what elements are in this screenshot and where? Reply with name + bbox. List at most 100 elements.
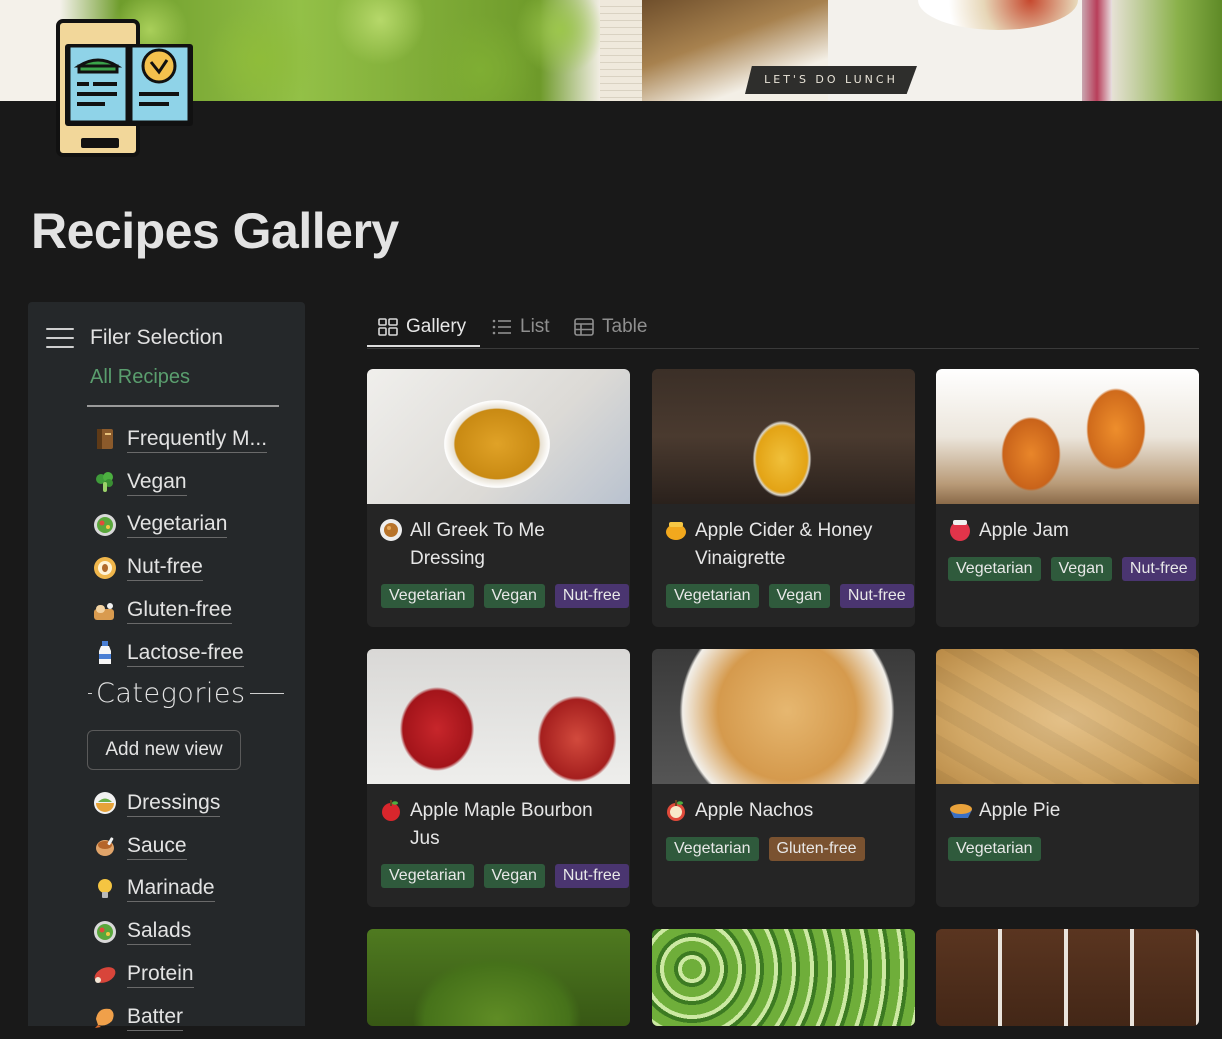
tab-label: List bbox=[520, 316, 550, 337]
recipe-card-apple-nachos[interactable]: Apple Nachos Vegetarian Gluten-free bbox=[652, 649, 915, 907]
recipe-card-apple-pie[interactable]: Apple Pie Vegetarian bbox=[936, 649, 1199, 907]
recipe-image bbox=[652, 929, 915, 1026]
tab-label: Table bbox=[602, 316, 648, 337]
bread-icon bbox=[90, 596, 120, 626]
tag-nut-free: Nut-free bbox=[554, 864, 629, 888]
filter-item-vegetarian[interactable]: Vegetarian bbox=[90, 504, 267, 547]
filter-label: Frequently M... bbox=[127, 426, 268, 453]
tag-gluten-free: Gluten-free bbox=[768, 837, 865, 861]
recipe-card-row3-3[interactable] bbox=[936, 929, 1199, 1026]
recipe-card-apple-cider-honey[interactable]: Apple Cider & Honey Vinaigrette Vegetaria… bbox=[652, 369, 915, 627]
tag-vegetarian: Vegetarian bbox=[666, 837, 759, 861]
recipe-image bbox=[367, 649, 630, 784]
recipe-image bbox=[652, 369, 915, 504]
recipe-card-apple-maple-bourbon-jus[interactable]: Apple Maple Bourbon Jus Vegetarian Vegan … bbox=[367, 649, 630, 907]
category-label: Salads bbox=[127, 918, 192, 946]
milk-bottle-icon bbox=[90, 638, 120, 668]
filter-label: Gluten-free bbox=[127, 597, 233, 625]
category-label: Marinade bbox=[127, 875, 215, 903]
tab-list[interactable]: List bbox=[492, 306, 550, 348]
tag-list: Vegetarian Vegan Nut-free bbox=[381, 864, 630, 888]
category-item-batter[interactable]: Batter bbox=[90, 996, 220, 1039]
categories-heading: Categories bbox=[88, 678, 284, 709]
filter-label: Vegetarian bbox=[127, 511, 228, 539]
filter-label: Nut-free bbox=[127, 554, 203, 582]
recipe-card-apple-jam[interactable]: Apple Jam Vegetarian Vegan Nut-free bbox=[936, 369, 1199, 627]
add-new-view-button[interactable]: Add new view bbox=[87, 730, 241, 770]
tag-vegan: Vegan bbox=[483, 864, 545, 888]
hamburger-icon[interactable] bbox=[46, 328, 74, 348]
tab-table[interactable]: Table bbox=[574, 306, 647, 348]
tag-vegetarian: Vegetarian bbox=[381, 864, 474, 888]
filter-header: Filer Selection bbox=[46, 326, 223, 350]
filter-item-nut-free[interactable]: Nut-free bbox=[90, 546, 267, 589]
filter-title: Filer Selection bbox=[90, 326, 224, 349]
filter-item-frequently-made[interactable]: Frequently M... bbox=[90, 418, 268, 461]
tag-vegetarian: Vegetarian bbox=[381, 584, 474, 608]
tag-nut-free: Nut-free bbox=[839, 584, 914, 608]
category-item-sauce[interactable]: Sauce bbox=[90, 825, 220, 868]
active-tab-indicator bbox=[367, 345, 480, 347]
category-label: Protein bbox=[127, 961, 194, 989]
tab-gallery[interactable]: Gallery bbox=[378, 306, 466, 348]
shrimp-icon bbox=[90, 1002, 120, 1032]
broccoli-icon bbox=[90, 467, 120, 497]
tag-nut-free: Nut-free bbox=[554, 584, 629, 608]
recipe-title: Apple Pie bbox=[948, 797, 1189, 825]
category-label: Dressings bbox=[127, 790, 221, 817]
category-list: Dressings Sauce Marinade Salads Protein bbox=[90, 782, 221, 1039]
pie-icon bbox=[948, 798, 972, 822]
table-icon bbox=[574, 318, 594, 336]
salad-icon bbox=[90, 510, 120, 540]
category-label: Sauce bbox=[127, 833, 187, 860]
recipe-image bbox=[936, 369, 1199, 504]
list-icon bbox=[492, 319, 512, 335]
gallery-icon bbox=[378, 318, 398, 336]
category-item-dressings[interactable]: Dressings bbox=[90, 782, 221, 825]
meat-icon bbox=[90, 960, 120, 990]
light-bulb-icon bbox=[90, 874, 120, 904]
recipe-card-all-greek-to-me[interactable]: All Greek To Me Dressing Vegetarian Vegan… bbox=[367, 369, 630, 627]
recipe-card-row3-2[interactable] bbox=[652, 929, 915, 1026]
recipe-title: Apple Maple Bourbon Jus bbox=[379, 797, 620, 853]
tag-vegetarian: Vegetarian bbox=[948, 837, 1041, 861]
tag-vegan: Vegan bbox=[768, 584, 830, 608]
filter-item-gluten-free[interactable]: Gluten-free bbox=[90, 589, 267, 632]
filter-list: Frequently M... Vegan Vegetarian Nut-fre… bbox=[90, 418, 268, 675]
category-item-salads[interactable]: Salads bbox=[90, 910, 220, 953]
recipe-image bbox=[936, 929, 1199, 1026]
cover-banner: LET'S DO LUNCH bbox=[745, 66, 917, 94]
categories-title: Categories bbox=[96, 678, 246, 709]
category-item-marinade[interactable]: Marinade bbox=[90, 868, 220, 911]
jam-jar-icon bbox=[948, 518, 972, 542]
filter-item-lactose-free[interactable]: Lactose-free bbox=[90, 632, 267, 675]
tab-label: Gallery bbox=[406, 316, 467, 337]
recipe-card-row3-1[interactable] bbox=[367, 929, 630, 1026]
tag-vegetarian: Vegetarian bbox=[948, 557, 1041, 581]
view-tabs: Gallery List Table bbox=[367, 306, 1199, 349]
recipe-title: All Greek To Me Dressing bbox=[379, 517, 620, 573]
tag-nut-free: Nut-free bbox=[1121, 557, 1196, 581]
cover-greens bbox=[1112, 0, 1222, 101]
tag-list: Vegetarian bbox=[948, 837, 1051, 861]
tag-list: Vegetarian Vegan Nut-free bbox=[666, 584, 915, 608]
category-label: Batter bbox=[127, 1004, 184, 1031]
tag-vegan: Vegan bbox=[483, 584, 545, 608]
cover-book-pages bbox=[600, 0, 642, 101]
notebook-icon bbox=[90, 424, 120, 454]
apple-slice-icon bbox=[664, 798, 688, 822]
recipe-book-icon[interactable] bbox=[55, 18, 197, 158]
recipe-title: Apple Nachos bbox=[664, 797, 905, 825]
tag-list: Vegetarian Vegan Nut-free bbox=[381, 584, 630, 608]
recipe-title: Apple Jam bbox=[948, 517, 1189, 545]
apple-icon bbox=[379, 798, 403, 822]
filter-item-vegan[interactable]: Vegan bbox=[90, 461, 267, 504]
salad-icon bbox=[90, 917, 120, 947]
page-title: Recipes Gallery bbox=[31, 203, 399, 259]
all-recipes-link[interactable]: All Recipes bbox=[90, 366, 190, 389]
recipe-image bbox=[367, 929, 630, 1026]
sauce-pot-icon bbox=[90, 831, 120, 861]
filter-sidebar: Filer Selection All Recipes Frequently M… bbox=[28, 302, 305, 1031]
category-item-protein[interactable]: Protein bbox=[90, 953, 220, 996]
recipe-image bbox=[367, 369, 630, 504]
